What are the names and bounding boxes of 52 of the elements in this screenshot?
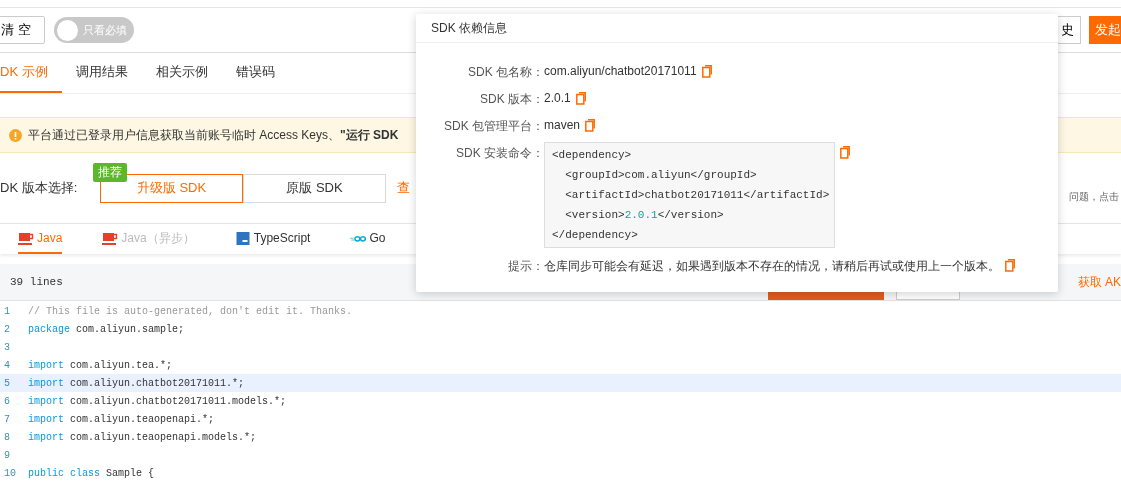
code-line: import com.aliyun.chatbot20171011.models.*;	[28, 395, 287, 407]
field-value: 2.0.1	[544, 90, 571, 105]
line-number: 6	[3, 395, 11, 407]
tab[interactable]: 相关示例	[141, 53, 222, 93]
tab[interactable]: 调用结果	[61, 53, 142, 93]
line-number: 3	[3, 341, 11, 353]
code-line: // This file is auto-generated, don't edit it. Thanks.	[28, 305, 353, 317]
field-value: com.aliyun/chatbot20171011	[544, 63, 697, 78]
language-tab[interactable]: TypeScript	[234, 224, 311, 254]
copy-icon	[585, 119, 596, 132]
cup-icon	[102, 231, 119, 245]
copy-icon	[701, 65, 712, 78]
line-number: 9	[3, 449, 11, 461]
field-label: SDK 包管理平台：	[443, 118, 544, 135]
copy-icon	[840, 146, 850, 159]
code-line: import com.aliyun.tea.*;	[28, 359, 173, 371]
tab[interactable]: 错误码	[221, 53, 289, 93]
language-tab[interactable]: Go	[350, 224, 386, 254]
field-label: SDK 版本：	[479, 91, 544, 108]
secondary-button[interactable]	[895, 292, 960, 300]
line-number: 2	[3, 323, 11, 335]
line-number: 5	[3, 377, 11, 389]
alert-text: 平台通过已登录用户信息获取当前账号临时 Access Keys、"运行 SDK	[28, 126, 399, 144]
clear-button[interactable]: 清 空	[0, 16, 45, 44]
field-label: SDK 包名称：	[467, 64, 544, 81]
recommended-badge: 推荐	[93, 162, 127, 182]
popover-title: SDK 依赖信息	[416, 14, 1058, 43]
copy-icon	[575, 92, 586, 105]
cup-icon	[18, 231, 34, 245]
field-value: 仓库同步可能会有延迟，如果遇到版本不存在的情况，请稍后再试或使用上一个版本。	[544, 258, 1000, 275]
warning-icon	[9, 128, 22, 142]
sdk-version-label: DK 版本选择:	[0, 179, 79, 197]
line-count: 39 lines	[10, 276, 63, 288]
code-line: import com.aliyun.teaopenapi.models.*;	[28, 431, 257, 443]
copy-icon	[1005, 259, 1015, 272]
line-number: 7	[3, 413, 11, 425]
code-line: import com.aliyun.chatbot20171011.*;	[28, 377, 245, 389]
line-number: 10	[3, 467, 17, 479]
field-value: maven	[544, 117, 581, 132]
field-label: 提示：	[507, 258, 544, 275]
typescript-icon	[234, 231, 251, 245]
note-text: 问题，点击	[1069, 190, 1120, 204]
code-line: package com.aliyun.sample;	[28, 323, 185, 335]
line-number: 1	[3, 305, 11, 317]
run-button[interactable]	[767, 292, 884, 300]
install-command-block: <dependency> <groupId>com.aliyun</groupId> <artifactId>chatbot20171011</artifactId> <version>2.0.1</version> </dependency>	[544, 142, 835, 248]
line-number: 8	[3, 431, 11, 443]
line-number: 4	[3, 359, 11, 371]
sdk-option[interactable]: 原版 SDK	[243, 173, 386, 203]
code-line: public class Sample {	[28, 467, 155, 479]
code-line: import com.aliyun.teaopenapi.*;	[28, 413, 215, 425]
field-label: SDK 安装命令：	[455, 145, 544, 162]
